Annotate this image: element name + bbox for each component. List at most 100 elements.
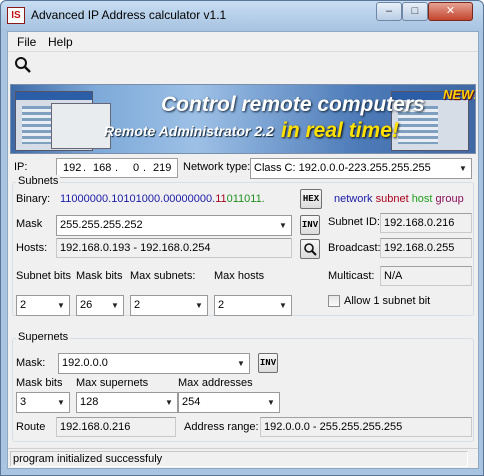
banner-headline: Control remote computers — [161, 93, 425, 116]
max-subnets-label: Max subnets: — [130, 270, 196, 282]
subnet-bits-value: 2 — [20, 299, 27, 311]
binary-network-bits: 110 — [60, 193, 78, 205]
max-addresses-value: 254 — [182, 396, 201, 408]
max-supernets-select[interactable]: 128 ▼ — [76, 392, 178, 413]
supernet-mask-select[interactable]: 192.0.0.0 ▼ — [58, 353, 250, 374]
broadcast-field[interactable]: 192.168.0.255 — [380, 238, 472, 258]
ip-octet-1[interactable]: 192 — [63, 159, 81, 177]
mask-bits-value: 26 — [80, 299, 93, 311]
lookup-button[interactable] — [300, 239, 320, 259]
max-addresses-label: Max addresses — [178, 377, 253, 389]
chevron-down-icon: ▼ — [279, 301, 287, 310]
network-type-value: Class C: 192.0.0.0-223.255.255.255 — [254, 162, 431, 174]
chevron-down-icon: ▼ — [267, 398, 275, 407]
subnet-mask-value: 255.255.255.252 — [60, 219, 143, 231]
multicast-field[interactable]: N/A — [380, 266, 472, 286]
mask-label: Mask — [16, 218, 43, 230]
legend-host: host — [411, 193, 433, 205]
app-window: IS Advanced IP Address calculator v1.1 –… — [0, 0, 484, 476]
chevron-down-icon: ▼ — [57, 301, 65, 310]
subnet-bits-label: Subnet bits — [16, 270, 72, 282]
title-bar[interactable]: IS Advanced IP Address calculator v1.1 –… — [1, 1, 483, 31]
hosts-field[interactable]: 192.168.0.193 - 192.168.0.254 — [56, 238, 292, 258]
supernets-title: Supernets — [16, 331, 71, 343]
client-area: File Help Control remote computers Remot… — [7, 31, 479, 469]
chevron-down-icon: ▼ — [237, 359, 245, 368]
mask-bits-select[interactable]: 26 ▼ — [76, 295, 124, 316]
hex-button[interactable]: HEX — [300, 189, 322, 209]
ip-label: IP: — [14, 161, 28, 173]
max-hosts-value: 2 — [218, 299, 225, 311]
allow-subnet-bit-label: Allow 1 subnet bit — [344, 295, 431, 307]
chevron-down-icon: ▼ — [165, 398, 173, 407]
binary-label: Binary: — [16, 193, 51, 205]
binary-value: 11000000.10101000.00000000.11011011. — [56, 189, 292, 209]
supernet-mask-bits-label: Mask bits — [16, 377, 63, 389]
close-button[interactable]: ✕ — [428, 2, 473, 21]
banner-product: Remote Administrator 2.2 — [104, 123, 274, 139]
subnet-id-label: Subnet ID: — [328, 216, 380, 228]
binary-subnet-part: 11 — [215, 193, 227, 205]
subnet-id-field[interactable]: 192.168.0.216 — [380, 213, 472, 233]
network-type-select[interactable]: Class C: 192.0.0.0-223.255.255.255 ▼ — [250, 158, 472, 179]
multicast-label: Multicast: — [328, 270, 375, 282]
ip-dot: . — [143, 162, 147, 174]
max-subnets-select[interactable]: 2 ▼ — [130, 295, 208, 316]
inv-button[interactable]: INV — [300, 215, 320, 235]
subnets-title: Subnets — [16, 175, 61, 187]
ip-octet-4[interactable]: 219 — [153, 159, 171, 177]
supernet-mask-bits-select[interactable]: 3 ▼ — [16, 392, 70, 413]
ip-dot: . — [83, 162, 87, 174]
chevron-down-icon: ▼ — [111, 301, 119, 310]
binary-host-bits: 011011. — [226, 193, 265, 205]
max-subnets-value: 2 — [134, 299, 141, 311]
minimize-button[interactable]: – — [376, 2, 402, 21]
max-hosts-select[interactable]: 2 ▼ — [214, 295, 292, 316]
ip-octet-3[interactable]: 0 — [133, 159, 139, 177]
route-label: Route — [16, 421, 46, 433]
banner-screenshot-inner — [51, 103, 111, 149]
max-addresses-select[interactable]: 254 ▼ — [178, 392, 280, 413]
subnet-mask-select[interactable]: 255.255.255.252 ▼ — [56, 215, 292, 236]
allow-subnet-bit-checkbox[interactable] — [328, 295, 340, 307]
chevron-down-icon: ▼ — [459, 164, 467, 173]
menu-bar: File Help — [8, 32, 478, 52]
mask-bits-label: Mask bits — [76, 270, 123, 282]
binary-subnet-bits: 00000.10101000.00000000. — [77, 193, 216, 205]
window-title: Advanced IP Address calculator v1.1 — [31, 8, 227, 22]
maximize-button[interactable]: □ — [402, 2, 428, 21]
legend-network: network — [334, 193, 373, 205]
banner-tagline: in real time! — [281, 119, 399, 142]
status-bar: program initialized successfuly — [8, 448, 478, 468]
ip-input[interactable]: 192 . 168 . 0 . 219 — [56, 158, 178, 178]
ad-banner[interactable]: Control remote computers Remote Administ… — [10, 84, 476, 154]
ip-octet-2[interactable]: 168 — [93, 159, 111, 177]
legend-subnet: subnet — [375, 193, 409, 205]
banner-new-badge: NEW! — [443, 87, 476, 102]
menu-help[interactable]: Help — [48, 35, 73, 49]
search-icon — [304, 243, 317, 256]
legend-group: group — [435, 193, 464, 205]
network-type-label: Network type: — [183, 161, 251, 173]
supernet-mask-label: Mask: — [16, 357, 46, 369]
address-range-label: Address range: — [184, 421, 259, 433]
status-text: program initialized successfuly — [10, 451, 468, 467]
supernet-inv-button[interactable]: INV — [258, 353, 278, 373]
chevron-down-icon: ▼ — [279, 221, 287, 230]
max-supernets-label: Max supernets — [76, 377, 149, 389]
address-range-field[interactable]: 192.0.0.0 - 255.255.255.255 — [260, 417, 472, 437]
ip-dot: . — [115, 162, 119, 174]
app-icon: IS — [7, 7, 25, 24]
max-hosts-label: Max hosts — [214, 270, 265, 282]
max-supernets-value: 128 — [80, 396, 99, 408]
supernet-mask-value: 192.0.0.0 — [62, 357, 108, 369]
supernet-mask-bits-value: 3 — [20, 396, 27, 408]
search-icon[interactable] — [14, 56, 32, 74]
chevron-down-icon: ▼ — [195, 301, 203, 310]
hosts-label: Hosts: — [16, 242, 48, 254]
menu-file[interactable]: File — [17, 35, 36, 49]
subnet-bits-select[interactable]: 2 ▼ — [16, 295, 70, 316]
broadcast-label: Broadcast: — [328, 242, 381, 254]
route-field[interactable]: 192.168.0.216 — [56, 417, 176, 437]
chevron-down-icon: ▼ — [57, 398, 65, 407]
